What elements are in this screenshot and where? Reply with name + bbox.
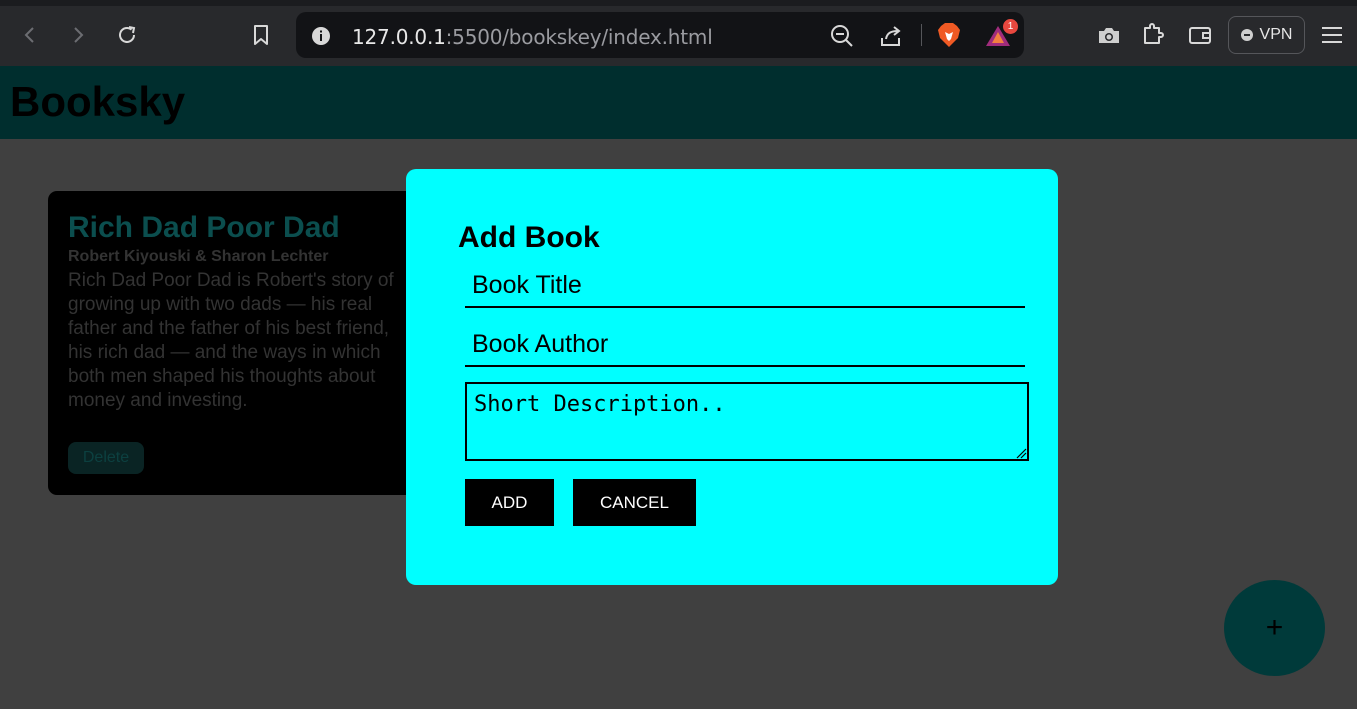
resize-handle-icon[interactable] bbox=[1015, 447, 1027, 459]
screenshot-button[interactable] bbox=[1096, 23, 1122, 47]
main-menu-button[interactable] bbox=[1320, 23, 1344, 47]
book-author: Robert Kiyouski & Sharon Lechter bbox=[68, 248, 329, 265]
description-textarea[interactable] bbox=[465, 382, 1029, 461]
url-text: 127.0.0.1:5500/bookskey/index.html bbox=[352, 25, 713, 49]
share-button[interactable] bbox=[878, 23, 904, 49]
tab-strip-edge bbox=[0, 0, 1357, 6]
address-bar[interactable]: 127.0.0.1:5500/bookskey/index.html bbox=[296, 12, 1024, 58]
vpn-label: VPN bbox=[1259, 26, 1293, 43]
camera-icon bbox=[1099, 28, 1119, 43]
modal-heading: Add Book bbox=[458, 221, 600, 254]
book-author-input[interactable] bbox=[465, 323, 1025, 367]
add-book-modal: Add Book ADD CANCEL bbox=[406, 169, 1058, 585]
book-title: Rich Dad Poor Dad bbox=[68, 211, 340, 244]
browser-toolbar: 127.0.0.1:5500/bookskey/index.html 1 VPN bbox=[0, 0, 1357, 66]
book-description: Rich Dad Poor Dad is Robert's story of g… bbox=[68, 270, 394, 411]
share-icon bbox=[881, 26, 901, 46]
extensions-button[interactable] bbox=[1140, 21, 1166, 47]
brave-lion-icon bbox=[938, 23, 960, 47]
url-host: 127.0.0.1 bbox=[352, 25, 446, 49]
back-button[interactable] bbox=[13, 18, 47, 52]
delete-button[interactable]: Delete bbox=[68, 442, 144, 474]
puzzle-icon bbox=[1144, 23, 1164, 44]
url-path: :5500/bookskey/index.html bbox=[445, 25, 713, 49]
app-header: Booksky bbox=[0, 66, 1357, 139]
zoom-out-icon bbox=[831, 25, 853, 47]
bookmark-icon bbox=[254, 25, 268, 45]
hamburger-icon bbox=[1322, 27, 1342, 43]
brave-shields-button[interactable] bbox=[936, 22, 962, 48]
cancel-button[interactable]: CANCEL bbox=[573, 479, 696, 526]
forward-button[interactable] bbox=[61, 18, 95, 52]
vpn-status-icon bbox=[1240, 29, 1253, 41]
chevron-right-icon bbox=[74, 27, 84, 43]
chevron-left-icon bbox=[24, 27, 34, 43]
add-book-fab[interactable]: + bbox=[1224, 580, 1325, 676]
notification-badge: 1 bbox=[1003, 19, 1018, 34]
divider bbox=[921, 24, 922, 46]
reload-button[interactable] bbox=[110, 18, 144, 52]
book-title-input[interactable] bbox=[465, 264, 1025, 308]
site-info-icon[interactable] bbox=[310, 25, 332, 47]
vpn-button[interactable]: VPN bbox=[1228, 16, 1305, 54]
wallet-button[interactable] bbox=[1187, 22, 1213, 48]
book-card: Rich Dad Poor Dad Robert Kiyouski & Shar… bbox=[48, 191, 418, 495]
app-title: Booksky bbox=[10, 78, 186, 125]
add-button[interactable]: ADD bbox=[465, 479, 554, 526]
bookmark-button[interactable] bbox=[244, 18, 278, 52]
zoom-out-button[interactable] bbox=[829, 23, 855, 49]
wallet-icon bbox=[1189, 27, 1211, 44]
reload-icon bbox=[119, 26, 136, 43]
